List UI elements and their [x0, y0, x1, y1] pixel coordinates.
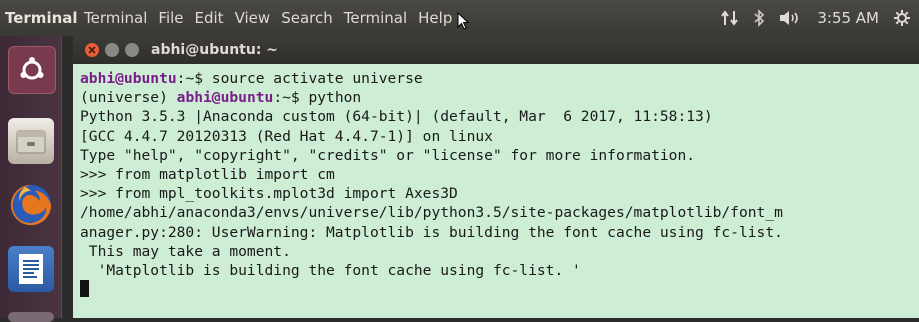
- menu-view[interactable]: View: [235, 9, 271, 27]
- menu-file[interactable]: File: [158, 9, 183, 27]
- prompt-user-host: abhi@ubuntu: [80, 70, 177, 87]
- menu-edit[interactable]: Edit: [195, 9, 224, 27]
- terminal-line: 'Matplotlib is building the font cache u…: [80, 261, 581, 279]
- terminal-line: Type "help", "copyright", "credits" or "…: [80, 146, 696, 164]
- terminal-line: (universe) abhi@ubuntu:~$ python: [80, 88, 919, 107]
- ubuntu-dash-icon[interactable]: [8, 46, 56, 94]
- terminal-line: This may take a moment.: [80, 242, 291, 260]
- cursor-line: [80, 280, 919, 299]
- minimize-button[interactable]: [105, 43, 119, 57]
- terminal-line: abhi@ubuntu:~$ source activate universe: [80, 69, 919, 88]
- menu-terminal[interactable]: Terminal: [344, 9, 407, 27]
- bluetooth-icon[interactable]: [753, 9, 765, 27]
- terminal-line: /home/abhi/anaconda3/envs/universe/lib/p…: [80, 204, 783, 222]
- menu-help[interactable]: Help: [418, 9, 452, 27]
- active-app-title: Terminal: [5, 9, 78, 27]
- close-button[interactable]: [85, 43, 99, 57]
- window-titlebar[interactable]: abhi@ubuntu: ~: [73, 36, 919, 64]
- prompt-user-host: abhi@ubuntu: [176, 89, 274, 107]
- firefox-icon[interactable]: [8, 182, 54, 228]
- command-text: :~$ python: [273, 89, 362, 107]
- launcher-partial-item[interactable]: [8, 312, 54, 322]
- network-arrows-icon[interactable]: [721, 10, 739, 26]
- text-cursor: [80, 280, 89, 298]
- terminal-output[interactable]: abhi@ubuntu:~$ source activate universe(…: [73, 64, 919, 318]
- terminal-line: Python 3.5.3 |Anaconda custom (64-bit)| …: [80, 108, 713, 126]
- launcher: [0, 36, 62, 322]
- files-icon[interactable]: [8, 118, 54, 164]
- maximize-button[interactable]: [125, 43, 139, 57]
- terminal-line: anager.py:280: UserWarning: Matplotlib i…: [80, 223, 783, 241]
- libreoffice-writer-icon[interactable]: [8, 246, 54, 292]
- volume-icon[interactable]: [779, 10, 803, 26]
- settings-gear-icon[interactable]: [893, 9, 911, 27]
- indicator-area: 3:55 AM: [721, 0, 911, 36]
- menu-bar: Terminal File Edit View Search Terminal …: [84, 9, 463, 27]
- terminal-line: [GCC 4.4.7 20120313 (Red Hat 4.4.7-1)] o…: [80, 127, 493, 145]
- clock-label[interactable]: 3:55 AM: [817, 9, 879, 27]
- terminal-window: abhi@ubuntu: ~ abhi@ubuntu:~$ source act…: [73, 36, 919, 318]
- command-text: :~$ source activate universe: [176, 70, 423, 87]
- top-panel: Terminal Terminal File Edit View Search …: [0, 0, 919, 36]
- menu-search[interactable]: Search: [281, 9, 333, 27]
- menu-terminal-app[interactable]: Terminal: [84, 9, 147, 27]
- env-prefix: (universe): [80, 89, 177, 107]
- terminal-line: >>> from mpl_toolkits.mplot3d import Axe…: [80, 185, 458, 203]
- terminal-line: >>> from matplotlib import cm: [80, 165, 335, 183]
- mouse-cursor-icon: [457, 12, 470, 30]
- window-title: abhi@ubuntu: ~: [151, 42, 279, 58]
